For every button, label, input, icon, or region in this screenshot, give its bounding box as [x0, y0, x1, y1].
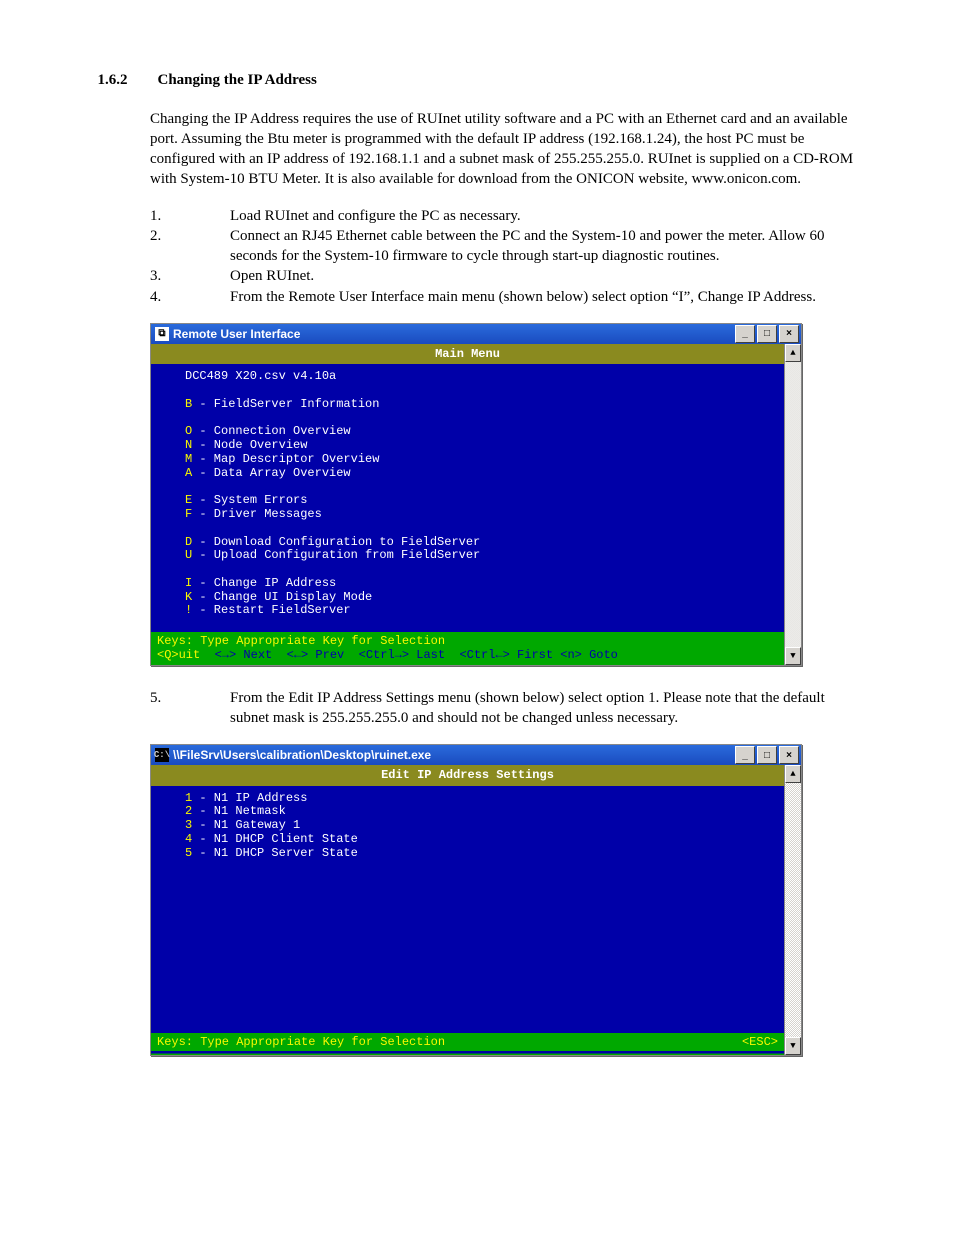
- terminal-client-area: Main Menu DCC489 X20.csv v4.10a B - Fiel…: [151, 344, 784, 665]
- step-row: 2.Connect an RJ45 Ethernet cable between…: [150, 226, 864, 267]
- vertical-scrollbar[interactable]: ▲ ▼: [784, 344, 801, 665]
- step-row: 5.From the Edit IP Address Settings menu…: [150, 688, 864, 729]
- terminal-body: DCC489 X20.csv v4.10a B - FieldServer In…: [151, 364, 784, 632]
- step-row: 1.Load RUInet and configure the PC as ne…: [150, 206, 864, 226]
- step-row: 3.Open RUInet.: [150, 266, 864, 286]
- screenshot-main-menu: ⧉ Remote User Interface _ □ × Main Menu …: [150, 323, 802, 666]
- screenshot-edit-ip: C:\ \\FileSrv\Users\calibration\Desktop\…: [150, 744, 802, 1056]
- window-title: Remote User Interface: [173, 326, 735, 342]
- window-titlebar: C:\ \\FileSrv\Users\calibration\Desktop\…: [151, 745, 801, 765]
- step-text: From the Edit IP Address Settings menu (…: [230, 688, 864, 729]
- steps-list-1: 1.Load RUInet and configure the PC as ne…: [150, 206, 864, 307]
- close-button[interactable]: ×: [779, 325, 799, 343]
- terminal-client-area: Edit IP Address Settings 1 - N1 IP Addre…: [151, 765, 784, 1055]
- scroll-down-button[interactable]: ▼: [785, 1037, 801, 1055]
- step-number: 3.: [150, 266, 230, 286]
- app-icon: ⧉: [155, 327, 169, 341]
- vertical-scrollbar[interactable]: ▲ ▼: [784, 765, 801, 1055]
- step-number: 2.: [150, 226, 230, 267]
- minimize-button[interactable]: _: [735, 746, 755, 764]
- maximize-button[interactable]: □: [757, 325, 777, 343]
- intro-paragraph: Changing the IP Address requires the use…: [150, 109, 864, 190]
- step-number: 4.: [150, 287, 230, 307]
- titlebar-buttons: _ □ ×: [735, 325, 799, 343]
- terminal-footer: Keys: Type Appropriate Key for Selection…: [151, 632, 784, 665]
- maximize-button[interactable]: □: [757, 746, 777, 764]
- terminal-footer: Keys: Type Appropriate Key for Selection…: [151, 1033, 784, 1051]
- step-number: 1.: [150, 206, 230, 226]
- minimize-button[interactable]: _: [735, 325, 755, 343]
- scroll-track[interactable]: [785, 362, 801, 647]
- terminal-menubar: Edit IP Address Settings: [151, 765, 784, 785]
- section-number: 1.6.2: [98, 70, 158, 90]
- titlebar-buttons: _ □ ×: [735, 746, 799, 764]
- terminal-menubar: Main Menu: [151, 344, 784, 364]
- section-heading: 1.6.2Changing the IP Address: [90, 50, 864, 91]
- step-number: 5.: [150, 688, 230, 729]
- step-text: Connect an RJ45 Ethernet cable between t…: [230, 226, 864, 267]
- window-title: \\FileSrv\Users\calibration\Desktop\ruin…: [173, 747, 735, 763]
- scroll-up-button[interactable]: ▲: [785, 765, 801, 783]
- step-row: 4.From the Remote User Interface main me…: [150, 287, 864, 307]
- cmd-icon: C:\: [155, 748, 169, 762]
- step-text: Load RUInet and configure the PC as nece…: [230, 206, 864, 226]
- step-text: Open RUInet.: [230, 266, 864, 286]
- section-title: Changing the IP Address: [158, 72, 317, 88]
- close-button[interactable]: ×: [779, 746, 799, 764]
- steps-list-2: 5.From the Edit IP Address Settings menu…: [150, 688, 864, 729]
- scroll-track[interactable]: [785, 783, 801, 1037]
- step-text: From the Remote User Interface main menu…: [230, 287, 864, 307]
- scroll-up-button[interactable]: ▲: [785, 344, 801, 362]
- scroll-down-button[interactable]: ▼: [785, 647, 801, 665]
- window-titlebar: ⧉ Remote User Interface _ □ ×: [151, 324, 801, 344]
- terminal-body: 1 - N1 IP Address 2 - N1 Netmask 3 - N1 …: [151, 786, 784, 1033]
